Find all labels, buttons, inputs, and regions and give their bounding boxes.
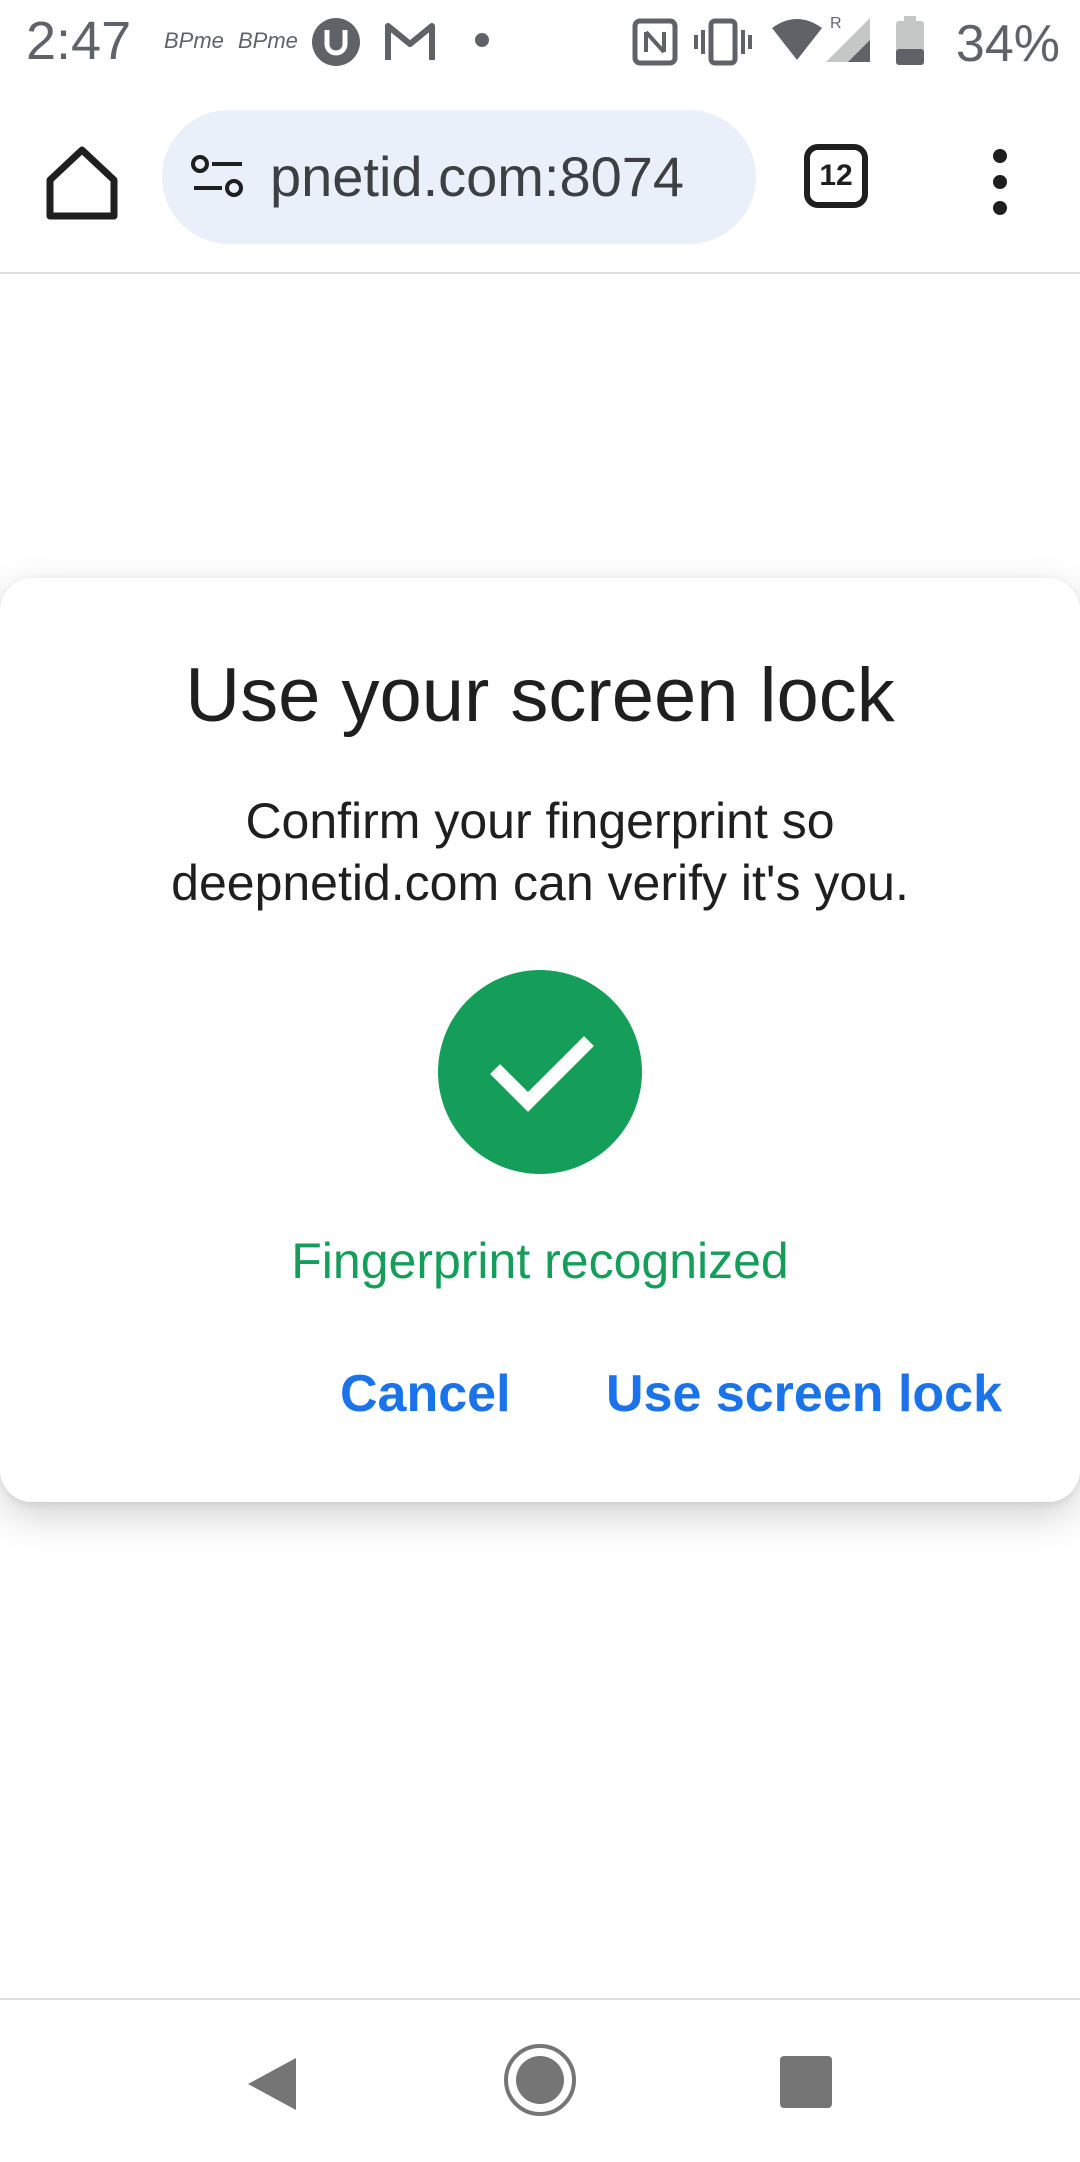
home-nav-button[interactable] (502, 2042, 578, 2123)
gmail-icon (384, 20, 436, 67)
cancel-button[interactable]: Cancel (340, 1364, 511, 1424)
dialog-title: Use your screen lock (185, 653, 895, 738)
check-icon (490, 1036, 594, 1112)
address-bar[interactable]: pnetid.com:8074 (162, 110, 756, 244)
u-app-icon (310, 16, 362, 73)
status-bar: 2:47 BPme BPme R 34% (0, 0, 1080, 88)
tab-switcher-button[interactable]: 12 (804, 144, 868, 208)
use-screen-lock-button[interactable]: Use screen lock (606, 1364, 1002, 1424)
bpme-notification-icon: BPme (164, 28, 224, 53)
site-settings-icon[interactable] (190, 154, 246, 200)
more-vert-icon (993, 149, 1007, 215)
bpme-notification-icon-2: BPme (238, 28, 298, 53)
tab-count: 12 (819, 159, 853, 192)
fingerprint-status: Fingerprint recognized (291, 1233, 789, 1289)
url-text[interactable]: pnetid.com:8074 (270, 144, 684, 209)
more-options-button[interactable] (980, 144, 1020, 224)
battery-percent: 34% (955, 15, 1060, 73)
home-icon (46, 146, 118, 220)
recents-button[interactable] (780, 2056, 832, 2108)
battery-icon (894, 16, 926, 71)
back-icon (248, 2058, 296, 2110)
signal-icon: R (824, 12, 872, 69)
vibrate-icon (694, 18, 752, 71)
svg-text:R: R (830, 15, 842, 32)
fingerprint-success-indicator (438, 970, 642, 1174)
screen-lock-dialog: Use your screen lock Confirm your finger… (0, 578, 1080, 1502)
dot-icon (474, 32, 490, 53)
home-circle-icon (504, 2044, 576, 2116)
nfc-icon (632, 18, 678, 71)
back-button[interactable] (244, 2054, 300, 2119)
home-button[interactable] (40, 140, 124, 224)
system-nav-bar (0, 1998, 1080, 2162)
wifi-icon (770, 18, 824, 67)
dialog-message: Confirm your fingerprint so deepnetid.co… (171, 793, 909, 911)
browser-toolbar: pnetid.com:8074 12 (0, 88, 1080, 274)
status-time: 2:47 (26, 11, 132, 71)
